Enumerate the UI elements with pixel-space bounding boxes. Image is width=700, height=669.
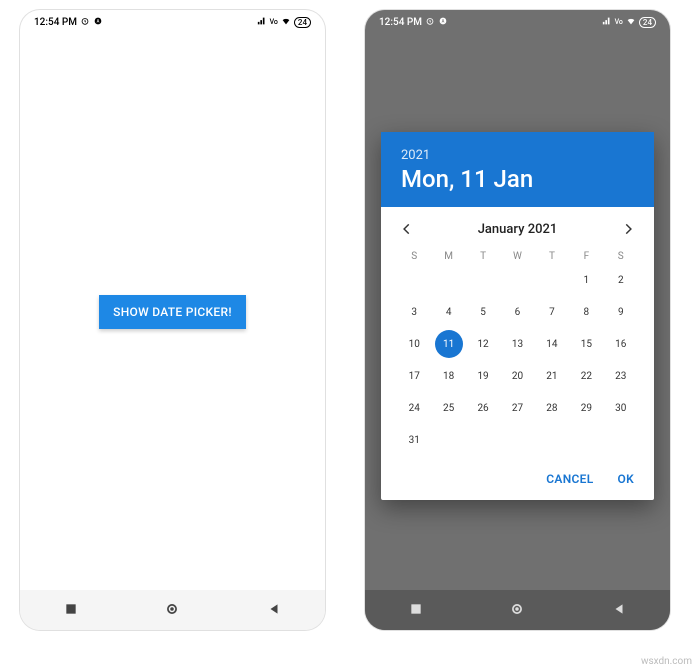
- app-indicator-icon: A: [438, 16, 448, 29]
- battery-level: 24: [639, 17, 656, 28]
- weekday-label: M: [431, 251, 465, 262]
- weekday-label: T: [535, 251, 569, 262]
- cancel-button[interactable]: CANCEL: [546, 472, 593, 486]
- svg-text:A: A: [97, 19, 100, 24]
- calendar-day[interactable]: 30: [607, 394, 635, 422]
- nav-back-icon[interactable]: [267, 601, 281, 620]
- calendar-day[interactable]: 17: [400, 362, 428, 390]
- calendar-empty-cell: [503, 266, 531, 294]
- dialog-year[interactable]: 2021: [401, 148, 634, 163]
- calendar-day[interactable]: 1: [572, 266, 600, 294]
- watermark: wsxdn.com: [641, 656, 692, 667]
- calendar-day[interactable]: 25: [435, 394, 463, 422]
- signal-icon: [257, 16, 267, 29]
- calendar-day[interactable]: 2: [607, 266, 635, 294]
- calendar-day[interactable]: 27: [503, 394, 531, 422]
- calendar-day[interactable]: 31: [400, 426, 428, 454]
- calendar-nav: January 2021: [381, 207, 654, 247]
- nav-recent-icon[interactable]: [64, 601, 78, 620]
- calendar-day[interactable]: 9: [607, 298, 635, 326]
- wifi-icon: [281, 16, 291, 29]
- calendar-day[interactable]: 19: [469, 362, 497, 390]
- weekday-label: W: [500, 251, 534, 262]
- alarm-icon: [80, 16, 90, 29]
- weekday-label: S: [604, 251, 638, 262]
- svg-text:A: A: [442, 19, 445, 24]
- status-time: 12:54 PM: [379, 17, 422, 28]
- calendar-day[interactable]: 26: [469, 394, 497, 422]
- phone-screen-right: 12:54 PM A Vo 24 2021 Mon, 11 Jan Januar…: [365, 10, 670, 630]
- calendar-day[interactable]: 3: [400, 298, 428, 326]
- calendar-day[interactable]: 21: [538, 362, 566, 390]
- weekday-row: SMTWTFS: [381, 247, 654, 266]
- battery-level: 24: [294, 17, 311, 28]
- calendar-day[interactable]: 14: [538, 330, 566, 358]
- weekday-label: F: [569, 251, 603, 262]
- weekday-label: T: [466, 251, 500, 262]
- nav-home-icon[interactable]: [510, 601, 524, 620]
- nav-home-icon[interactable]: [165, 601, 179, 620]
- next-month-button[interactable]: [618, 219, 638, 239]
- phone-screen-left: 12:54 PM A Vo 24 SHOW DATE PICKER!: [20, 10, 325, 630]
- dialog-header: 2021 Mon, 11 Jan: [381, 132, 654, 207]
- calendar-day[interactable]: 28: [538, 394, 566, 422]
- calendar-day[interactable]: 10: [400, 330, 428, 358]
- calendar-day[interactable]: 8: [572, 298, 600, 326]
- calendar-day[interactable]: 24: [400, 394, 428, 422]
- calendar-day[interactable]: 7: [538, 298, 566, 326]
- show-date-picker-button[interactable]: SHOW DATE PICKER!: [99, 295, 246, 329]
- status-time: 12:54 PM: [34, 17, 77, 28]
- calendar-empty-cell: [538, 266, 566, 294]
- calendar-day[interactable]: 11: [435, 330, 463, 358]
- calendar-day[interactable]: 16: [607, 330, 635, 358]
- signal-icon: [602, 16, 612, 29]
- dialog-actions: CANCEL OK: [381, 462, 654, 500]
- month-year-label[interactable]: January 2021: [478, 222, 558, 237]
- calendar-day[interactable]: 22: [572, 362, 600, 390]
- calendar-day[interactable]: 4: [435, 298, 463, 326]
- calendar-day[interactable]: 6: [503, 298, 531, 326]
- calendar-day[interactable]: 20: [503, 362, 531, 390]
- prev-month-button[interactable]: [397, 219, 417, 239]
- calendar-day[interactable]: 15: [572, 330, 600, 358]
- alarm-icon: [425, 16, 435, 29]
- volte-icon: Vo: [270, 18, 278, 26]
- nav-bar: [20, 590, 325, 630]
- calendar-empty-cell: [400, 266, 428, 294]
- calendar-day[interactable]: 18: [435, 362, 463, 390]
- wifi-icon: [626, 16, 636, 29]
- app-indicator-icon: A: [93, 16, 103, 29]
- app-body: SHOW DATE PICKER!: [20, 34, 325, 590]
- nav-bar: [365, 590, 670, 630]
- status-bar: 12:54 PM A Vo 24: [365, 10, 670, 34]
- nav-recent-icon[interactable]: [409, 601, 423, 620]
- dialog-selected-date: Mon, 11 Jan: [401, 165, 634, 193]
- calendar-day[interactable]: 12: [469, 330, 497, 358]
- calendar-day[interactable]: 29: [572, 394, 600, 422]
- date-picker-dialog: 2021 Mon, 11 Jan January 2021 SMTWTFS 12…: [381, 132, 654, 500]
- weekday-label: S: [397, 251, 431, 262]
- calendar-day[interactable]: 23: [607, 362, 635, 390]
- calendar-grid: 1234567891011121314151617181920212223242…: [381, 266, 654, 462]
- status-bar: 12:54 PM A Vo 24: [20, 10, 325, 34]
- calendar-day[interactable]: 5: [469, 298, 497, 326]
- calendar-empty-cell: [435, 266, 463, 294]
- nav-back-icon[interactable]: [612, 601, 626, 620]
- calendar-day[interactable]: 13: [503, 330, 531, 358]
- ok-button[interactable]: OK: [618, 472, 634, 486]
- calendar-empty-cell: [469, 266, 497, 294]
- volte-icon: Vo: [615, 18, 623, 26]
